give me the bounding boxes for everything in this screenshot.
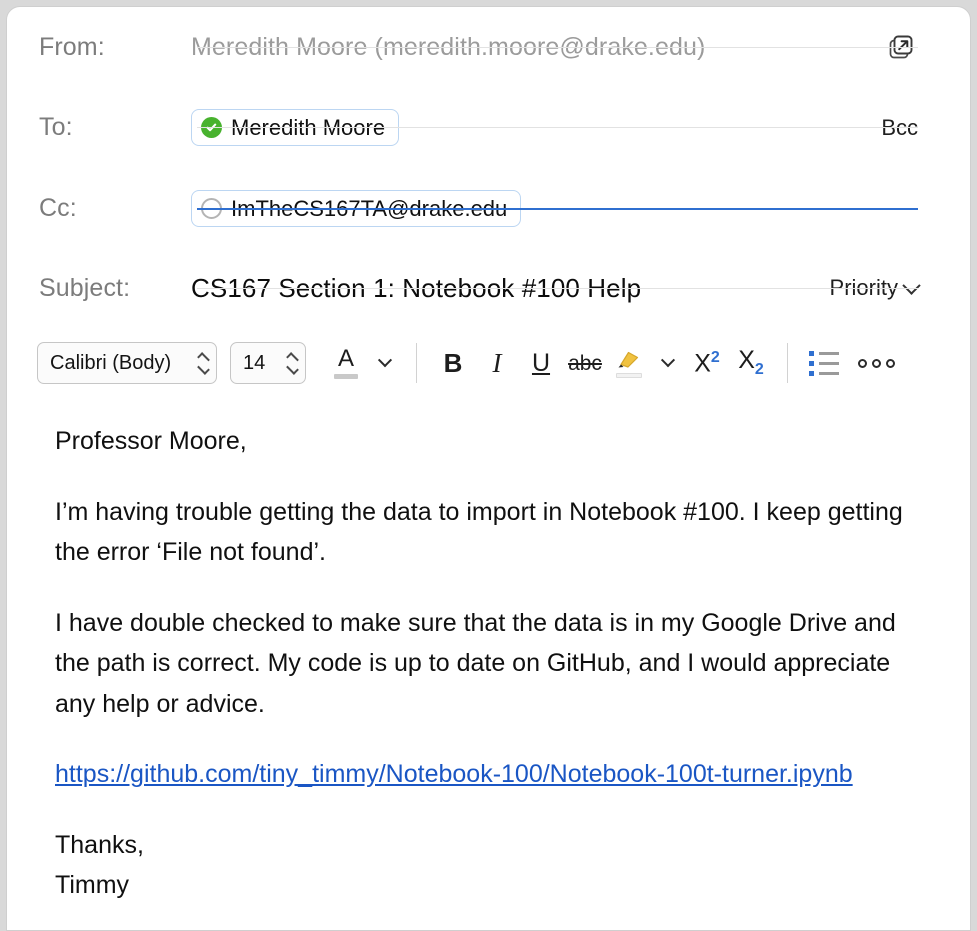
highlighter-pen-icon [615, 348, 643, 378]
font-family-stepper-icon[interactable] [192, 351, 210, 375]
from-label: From: [39, 32, 105, 61]
font-size-select[interactable]: 14 [230, 342, 306, 384]
toolbar-divider [416, 343, 417, 383]
font-color-dropdown[interactable] [368, 340, 402, 386]
subject-separator [197, 287, 918, 289]
underline-button[interactable]: U [519, 340, 563, 386]
toolbar-divider [787, 343, 788, 383]
subject-label: Subject: [39, 273, 131, 302]
chevron-down-icon [902, 275, 921, 295]
chevron-down-icon [660, 353, 676, 368]
to-row: To: Meredith Moore Bcc [7, 87, 944, 168]
cc-separator-focused [197, 207, 918, 210]
from-separator [197, 46, 918, 48]
bulleted-list-button[interactable] [802, 340, 846, 386]
message-body[interactable]: Professor Moore, I’m having trouble gett… [7, 399, 970, 906]
to-label: To: [39, 113, 73, 141]
bold-button[interactable]: B [431, 340, 475, 386]
subject-row: Subject: CS167 Section 1: Notebook #100 … [7, 249, 944, 327]
font-size-value: 14 [243, 351, 266, 374]
superscript-icon: X2 [694, 348, 720, 378]
strikethrough-button[interactable]: abc [563, 340, 607, 386]
body-greeting: Professor Moore, [55, 427, 247, 455]
body-link-paragraph: https://github.com/tiny_timmy/Notebook-1… [55, 754, 930, 795]
italic-button[interactable]: I [475, 340, 519, 386]
bulleted-list-icon [809, 350, 839, 376]
body-signature: Timmy [55, 871, 130, 899]
header-fields: From: Meredith Moore (meredith.moore@dra… [7, 7, 970, 327]
subscript-icon: X2 [738, 346, 764, 378]
bold-icon: B [443, 348, 463, 378]
body-paragraph-2: I have double checked to make sure that … [55, 608, 896, 718]
font-family-value: Calibri (Body) [50, 351, 172, 374]
superscript-button[interactable]: X2 [685, 340, 729, 386]
cc-label: Cc: [39, 194, 77, 222]
font-color-a-icon: A [334, 347, 358, 379]
body-paragraph-1: I’m having trouble getting the data to i… [55, 497, 903, 567]
github-link[interactable]: https://github.com/tiny_timmy/Notebook-1… [55, 760, 853, 788]
font-size-stepper-icon[interactable] [281, 351, 299, 375]
underline-icon: U [531, 348, 551, 377]
font-family-select[interactable]: Calibri (Body) [37, 342, 217, 384]
font-color-button[interactable]: A [324, 340, 368, 386]
highlight-dropdown[interactable] [651, 340, 685, 386]
from-row: From: Meredith Moore (meredith.moore@dra… [7, 7, 944, 87]
more-options-button[interactable] [846, 340, 906, 386]
subscript-button[interactable]: X2 [729, 340, 773, 386]
to-separator [197, 127, 918, 128]
formatting-toolbar: Calibri (Body) 14 A B I U abc X2 X2 [7, 327, 970, 399]
cc-row: Cc: ImTheCS167TA@drake.edu [7, 168, 944, 249]
italic-icon: I [492, 347, 502, 378]
more-options-icon [857, 358, 895, 368]
highlight-button[interactable] [607, 340, 651, 386]
body-closing: Thanks, [55, 830, 144, 859]
compose-window: From: Meredith Moore (meredith.moore@dra… [6, 6, 971, 931]
chevron-down-icon [377, 353, 393, 368]
strikethrough-icon: abc [568, 351, 602, 375]
